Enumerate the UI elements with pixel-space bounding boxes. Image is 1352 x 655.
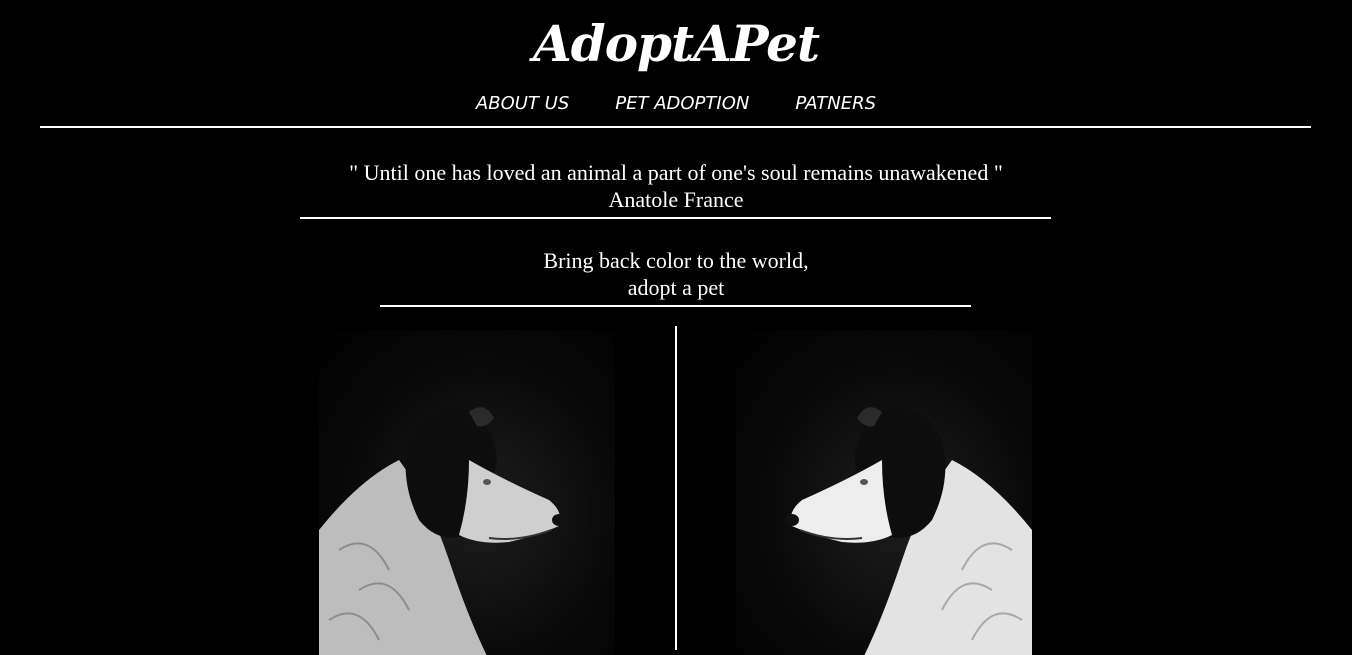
- nav-pet-adoption[interactable]: PET ADOPTION: [615, 90, 749, 118]
- quote-author: Anatole France: [608, 187, 744, 212]
- main-nav: ABOUT US PET ADOPTION PATNERS: [0, 90, 1352, 118]
- dog-profile-right-icon: [319, 407, 566, 655]
- header-divider: [40, 126, 1311, 128]
- tagline-line-1: Bring back color to the world,: [543, 248, 809, 273]
- nav-about-us[interactable]: ABOUT US: [476, 90, 569, 118]
- dog-profile-left-icon: [785, 407, 1032, 655]
- quote-text: " Until one has loved an animal a part o…: [349, 160, 1003, 185]
- tagline-divider: [380, 305, 971, 307]
- quote-block: " Until one has loved an animal a part o…: [0, 159, 1352, 213]
- site-title: AdoptAPet: [532, 14, 820, 73]
- tagline-block: Bring back color to the world, adopt a p…: [0, 247, 1352, 301]
- dog-photo-left: [319, 330, 615, 655]
- quote-divider: [300, 217, 1051, 219]
- tagline-line-2: adopt a pet: [627, 275, 725, 300]
- dog-photo-right: [736, 330, 1032, 655]
- nav-partners[interactable]: PATNERS: [795, 90, 876, 118]
- gallery-divider: [675, 326, 677, 650]
